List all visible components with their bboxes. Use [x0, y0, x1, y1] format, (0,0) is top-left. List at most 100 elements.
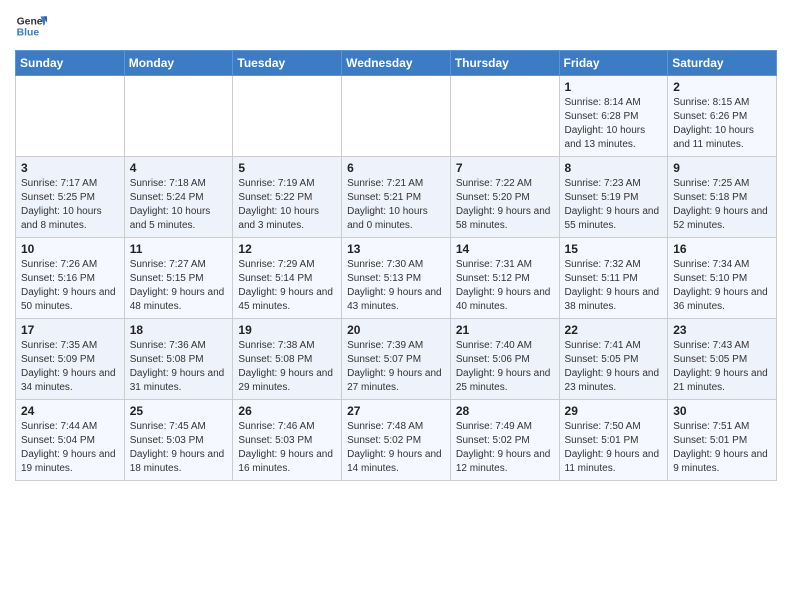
day-info: Sunrise: 7:44 AM Sunset: 5:04 PM Dayligh…: [21, 420, 119, 476]
calendar-cell: 16 Sunrise: 7:34 AM Sunset: 5:10 PM Dayli…: [668, 238, 777, 319]
day-number: 1: [565, 80, 663, 94]
day-number: 12: [238, 242, 336, 256]
calendar-cell: 29 Sunrise: 7:50 AM Sunset: 5:01 PM Dayli…: [559, 400, 668, 481]
calendar-cell: 22 Sunrise: 7:41 AM Sunset: 5:05 PM Dayli…: [559, 319, 668, 400]
calendar-cell: [342, 76, 451, 157]
calendar-cell: 20 Sunrise: 7:39 AM Sunset: 5:07 PM Dayli…: [342, 319, 451, 400]
day-number: 13: [347, 242, 445, 256]
day-number: 7: [456, 161, 554, 175]
calendar-week-4: 17 Sunrise: 7:35 AM Sunset: 5:09 PM Dayli…: [16, 319, 777, 400]
day-info: Sunrise: 7:51 AM Sunset: 5:01 PM Dayligh…: [673, 420, 771, 476]
day-info: Sunrise: 7:30 AM Sunset: 5:13 PM Dayligh…: [347, 258, 445, 314]
calendar-cell: 15 Sunrise: 7:32 AM Sunset: 5:11 PM Dayli…: [559, 238, 668, 319]
day-header-thursday: Thursday: [450, 51, 559, 76]
day-number: 15: [565, 242, 663, 256]
calendar-cell: 9 Sunrise: 7:25 AM Sunset: 5:18 PM Daylig…: [668, 157, 777, 238]
calendar-cell: 14Sunrise: 7:31 AM Sunset: 5:12 PM Dayli…: [450, 238, 559, 319]
calendar-cell: 18 Sunrise: 7:36 AM Sunset: 5:08 PM Dayli…: [124, 319, 233, 400]
day-info: Sunrise: 7:46 AM Sunset: 5:03 PM Dayligh…: [238, 420, 336, 476]
calendar-cell: 3Sunrise: 7:17 AM Sunset: 5:25 PM Daylig…: [16, 157, 125, 238]
calendar-cell: 4 Sunrise: 7:18 AM Sunset: 5:24 PM Daylig…: [124, 157, 233, 238]
day-info: Sunrise: 7:23 AM Sunset: 5:19 PM Dayligh…: [565, 177, 663, 233]
day-info: Sunrise: 7:41 AM Sunset: 5:05 PM Dayligh…: [565, 339, 663, 395]
calendar-cell: 12 Sunrise: 7:29 AM Sunset: 5:14 PM Dayli…: [233, 238, 342, 319]
day-info: Sunrise: 8:15 AM Sunset: 6:26 PM Dayligh…: [673, 96, 771, 152]
day-number: 22: [565, 323, 663, 337]
day-info: Sunrise: 7:34 AM Sunset: 5:10 PM Dayligh…: [673, 258, 771, 314]
day-info: Sunrise: 7:22 AM Sunset: 5:20 PM Dayligh…: [456, 177, 554, 233]
day-number: 6: [347, 161, 445, 175]
day-number: 29: [565, 404, 663, 418]
day-number: 9: [673, 161, 771, 175]
calendar-cell: [16, 76, 125, 157]
calendar-week-2: 3Sunrise: 7:17 AM Sunset: 5:25 PM Daylig…: [16, 157, 777, 238]
day-number: 26: [238, 404, 336, 418]
calendar-cell: 26 Sunrise: 7:46 AM Sunset: 5:03 PM Dayli…: [233, 400, 342, 481]
day-number: 11: [130, 242, 228, 256]
day-number: 8: [565, 161, 663, 175]
day-header-wednesday: Wednesday: [342, 51, 451, 76]
calendar-cell: 17 Sunrise: 7:35 AM Sunset: 5:09 PM Dayli…: [16, 319, 125, 400]
day-info: Sunrise: 7:17 AM Sunset: 5:25 PM Dayligh…: [21, 177, 119, 233]
day-info: Sunrise: 7:38 AM Sunset: 5:08 PM Dayligh…: [238, 339, 336, 395]
logo-icon: General Blue: [15, 10, 47, 42]
calendar-cell: 30 Sunrise: 7:51 AM Sunset: 5:01 PM Dayli…: [668, 400, 777, 481]
day-number: 16: [673, 242, 771, 256]
day-info: Sunrise: 7:18 AM Sunset: 5:24 PM Dayligh…: [130, 177, 228, 233]
day-info: Sunrise: 7:48 AM Sunset: 5:02 PM Dayligh…: [347, 420, 445, 476]
calendar-cell: 6 Sunrise: 7:21 AM Sunset: 5:21 PM Daylig…: [342, 157, 451, 238]
calendar-cell: 13 Sunrise: 7:30 AM Sunset: 5:13 PM Dayli…: [342, 238, 451, 319]
calendar-cell: 11 Sunrise: 7:27 AM Sunset: 5:15 PM Dayli…: [124, 238, 233, 319]
calendar-cell: [233, 76, 342, 157]
logo: General Blue: [15, 10, 51, 42]
calendar-cell: 27Sunrise: 7:48 AM Sunset: 5:02 PM Dayli…: [342, 400, 451, 481]
calendar-body: 1 Sunrise: 8:14 AM Sunset: 6:28 PM Daylig…: [16, 76, 777, 481]
calendar-cell: 28Sunrise: 7:49 AM Sunset: 5:02 PM Dayli…: [450, 400, 559, 481]
day-number: 10: [21, 242, 119, 256]
day-number: 5: [238, 161, 336, 175]
day-info: Sunrise: 7:39 AM Sunset: 5:07 PM Dayligh…: [347, 339, 445, 395]
calendar-cell: 25Sunrise: 7:45 AM Sunset: 5:03 PM Dayli…: [124, 400, 233, 481]
calendar-week-3: 10 Sunrise: 7:26 AM Sunset: 5:16 PM Dayli…: [16, 238, 777, 319]
calendar-cell: 21Sunrise: 7:40 AM Sunset: 5:06 PM Dayli…: [450, 319, 559, 400]
day-info: Sunrise: 7:29 AM Sunset: 5:14 PM Dayligh…: [238, 258, 336, 314]
day-header-monday: Monday: [124, 51, 233, 76]
day-number: 20: [347, 323, 445, 337]
day-info: Sunrise: 7:26 AM Sunset: 5:16 PM Dayligh…: [21, 258, 119, 314]
day-number: 14: [456, 242, 554, 256]
day-number: 2: [673, 80, 771, 94]
calendar-week-1: 1 Sunrise: 8:14 AM Sunset: 6:28 PM Daylig…: [16, 76, 777, 157]
day-info: Sunrise: 7:35 AM Sunset: 5:09 PM Dayligh…: [21, 339, 119, 395]
day-info: Sunrise: 7:27 AM Sunset: 5:15 PM Dayligh…: [130, 258, 228, 314]
day-info: Sunrise: 7:21 AM Sunset: 5:21 PM Dayligh…: [347, 177, 445, 233]
day-info: Sunrise: 8:14 AM Sunset: 6:28 PM Dayligh…: [565, 96, 663, 152]
day-number: 24: [21, 404, 119, 418]
day-number: 18: [130, 323, 228, 337]
day-info: Sunrise: 7:32 AM Sunset: 5:11 PM Dayligh…: [565, 258, 663, 314]
header: General Blue: [15, 10, 777, 42]
day-number: 4: [130, 161, 228, 175]
calendar-cell: 19 Sunrise: 7:38 AM Sunset: 5:08 PM Dayli…: [233, 319, 342, 400]
calendar-cell: [124, 76, 233, 157]
day-info: Sunrise: 7:45 AM Sunset: 5:03 PM Dayligh…: [130, 420, 228, 476]
day-header-tuesday: Tuesday: [233, 51, 342, 76]
day-number: 21: [456, 323, 554, 337]
day-info: Sunrise: 7:36 AM Sunset: 5:08 PM Dayligh…: [130, 339, 228, 395]
calendar-cell: 7 Sunrise: 7:22 AM Sunset: 5:20 PM Daylig…: [450, 157, 559, 238]
calendar-cell: 5 Sunrise: 7:19 AM Sunset: 5:22 PM Daylig…: [233, 157, 342, 238]
day-number: 23: [673, 323, 771, 337]
day-info: Sunrise: 7:25 AM Sunset: 5:18 PM Dayligh…: [673, 177, 771, 233]
day-info: Sunrise: 7:50 AM Sunset: 5:01 PM Dayligh…: [565, 420, 663, 476]
day-header-sunday: Sunday: [16, 51, 125, 76]
calendar-cell: 24 Sunrise: 7:44 AM Sunset: 5:04 PM Dayli…: [16, 400, 125, 481]
calendar-cell: 10 Sunrise: 7:26 AM Sunset: 5:16 PM Dayli…: [16, 238, 125, 319]
day-number: 28: [456, 404, 554, 418]
day-number: 30: [673, 404, 771, 418]
day-info: Sunrise: 7:19 AM Sunset: 5:22 PM Dayligh…: [238, 177, 336, 233]
day-number: 17: [21, 323, 119, 337]
calendar-table: SundayMondayTuesdayWednesdayThursdayFrid…: [15, 50, 777, 481]
day-number: 19: [238, 323, 336, 337]
svg-text:Blue: Blue: [17, 28, 40, 39]
calendar-cell: 23Sunrise: 7:43 AM Sunset: 5:05 PM Dayli…: [668, 319, 777, 400]
calendar-header-row: SundayMondayTuesdayWednesdayThursdayFrid…: [16, 51, 777, 76]
